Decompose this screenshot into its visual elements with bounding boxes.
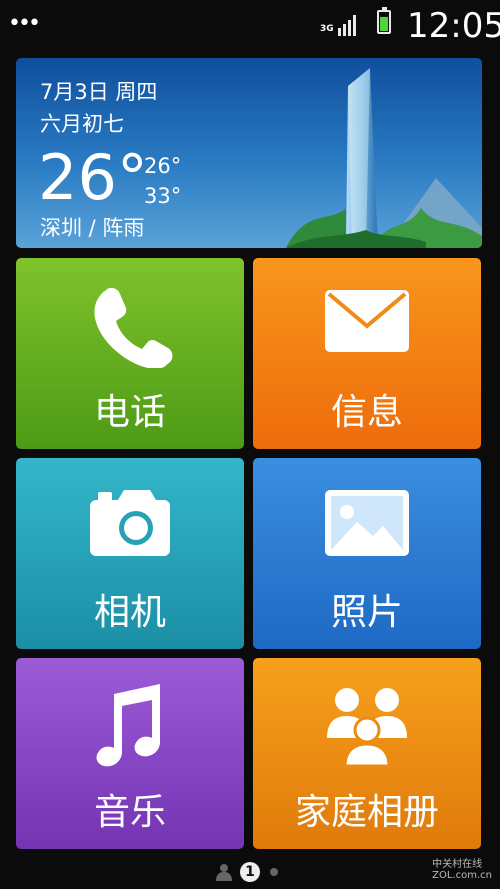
family-icon <box>327 688 407 768</box>
photos-tile[interactable]: 照片 <box>253 458 481 649</box>
photos-label: 照片 <box>330 592 403 633</box>
messages-tile[interactable]: 信息 <box>253 258 481 449</box>
watermark-text: 中关村在线 <box>432 859 483 870</box>
signal-icon <box>338 15 356 36</box>
music-tile[interactable]: 音乐 <box>16 658 244 849</box>
city-scene-illustration <box>286 68 482 248</box>
picture-icon <box>325 490 409 556</box>
weather-lunar-date: 六月初七 <box>40 112 124 136</box>
weather-location: 深圳 / 阵雨 <box>40 216 145 240</box>
network-type: 3G <box>320 24 334 34</box>
camera-tile[interactable]: 相机 <box>16 458 244 649</box>
phone-tile[interactable]: 电话 <box>16 258 244 449</box>
page-dot[interactable] <box>270 868 278 876</box>
music-note-icon <box>96 684 160 767</box>
current-page-dot[interactable]: 1 <box>240 862 260 882</box>
current-temperature: 26° <box>38 141 148 214</box>
battery-icon <box>377 7 391 34</box>
weather-date: 7月3日 周四 <box>40 80 158 104</box>
envelope-icon <box>325 290 409 352</box>
phone-label: 电话 <box>93 392 166 433</box>
camera-label: 相机 <box>93 592 166 633</box>
weather-widget[interactable]: 7月3日 周四 六月初七 26° 26° 33° 深圳 / 阵雨 <box>16 58 482 248</box>
status-bar: ••• 3G 12:05 <box>0 0 500 50</box>
watermark-sub: ZOL.com.cn <box>432 870 492 881</box>
more-icon: ••• <box>8 11 41 36</box>
status-clock: 12:05 <box>407 6 500 46</box>
watermark: 中关村在线 ZOL.com.cn <box>432 855 492 881</box>
phone-icon <box>94 287 173 368</box>
family-album-tile[interactable]: 家庭相册 <box>253 658 481 849</box>
camera-icon <box>90 490 170 556</box>
user-page-icon[interactable] <box>214 862 234 882</box>
messages-label: 信息 <box>330 392 403 433</box>
page-indicator[interactable]: 1 <box>0 860 500 884</box>
temperature-high: 26° <box>144 154 182 178</box>
temperature-low: 33° <box>144 184 182 208</box>
family-album-label: 家庭相册 <box>294 792 439 833</box>
music-label: 音乐 <box>93 792 166 833</box>
